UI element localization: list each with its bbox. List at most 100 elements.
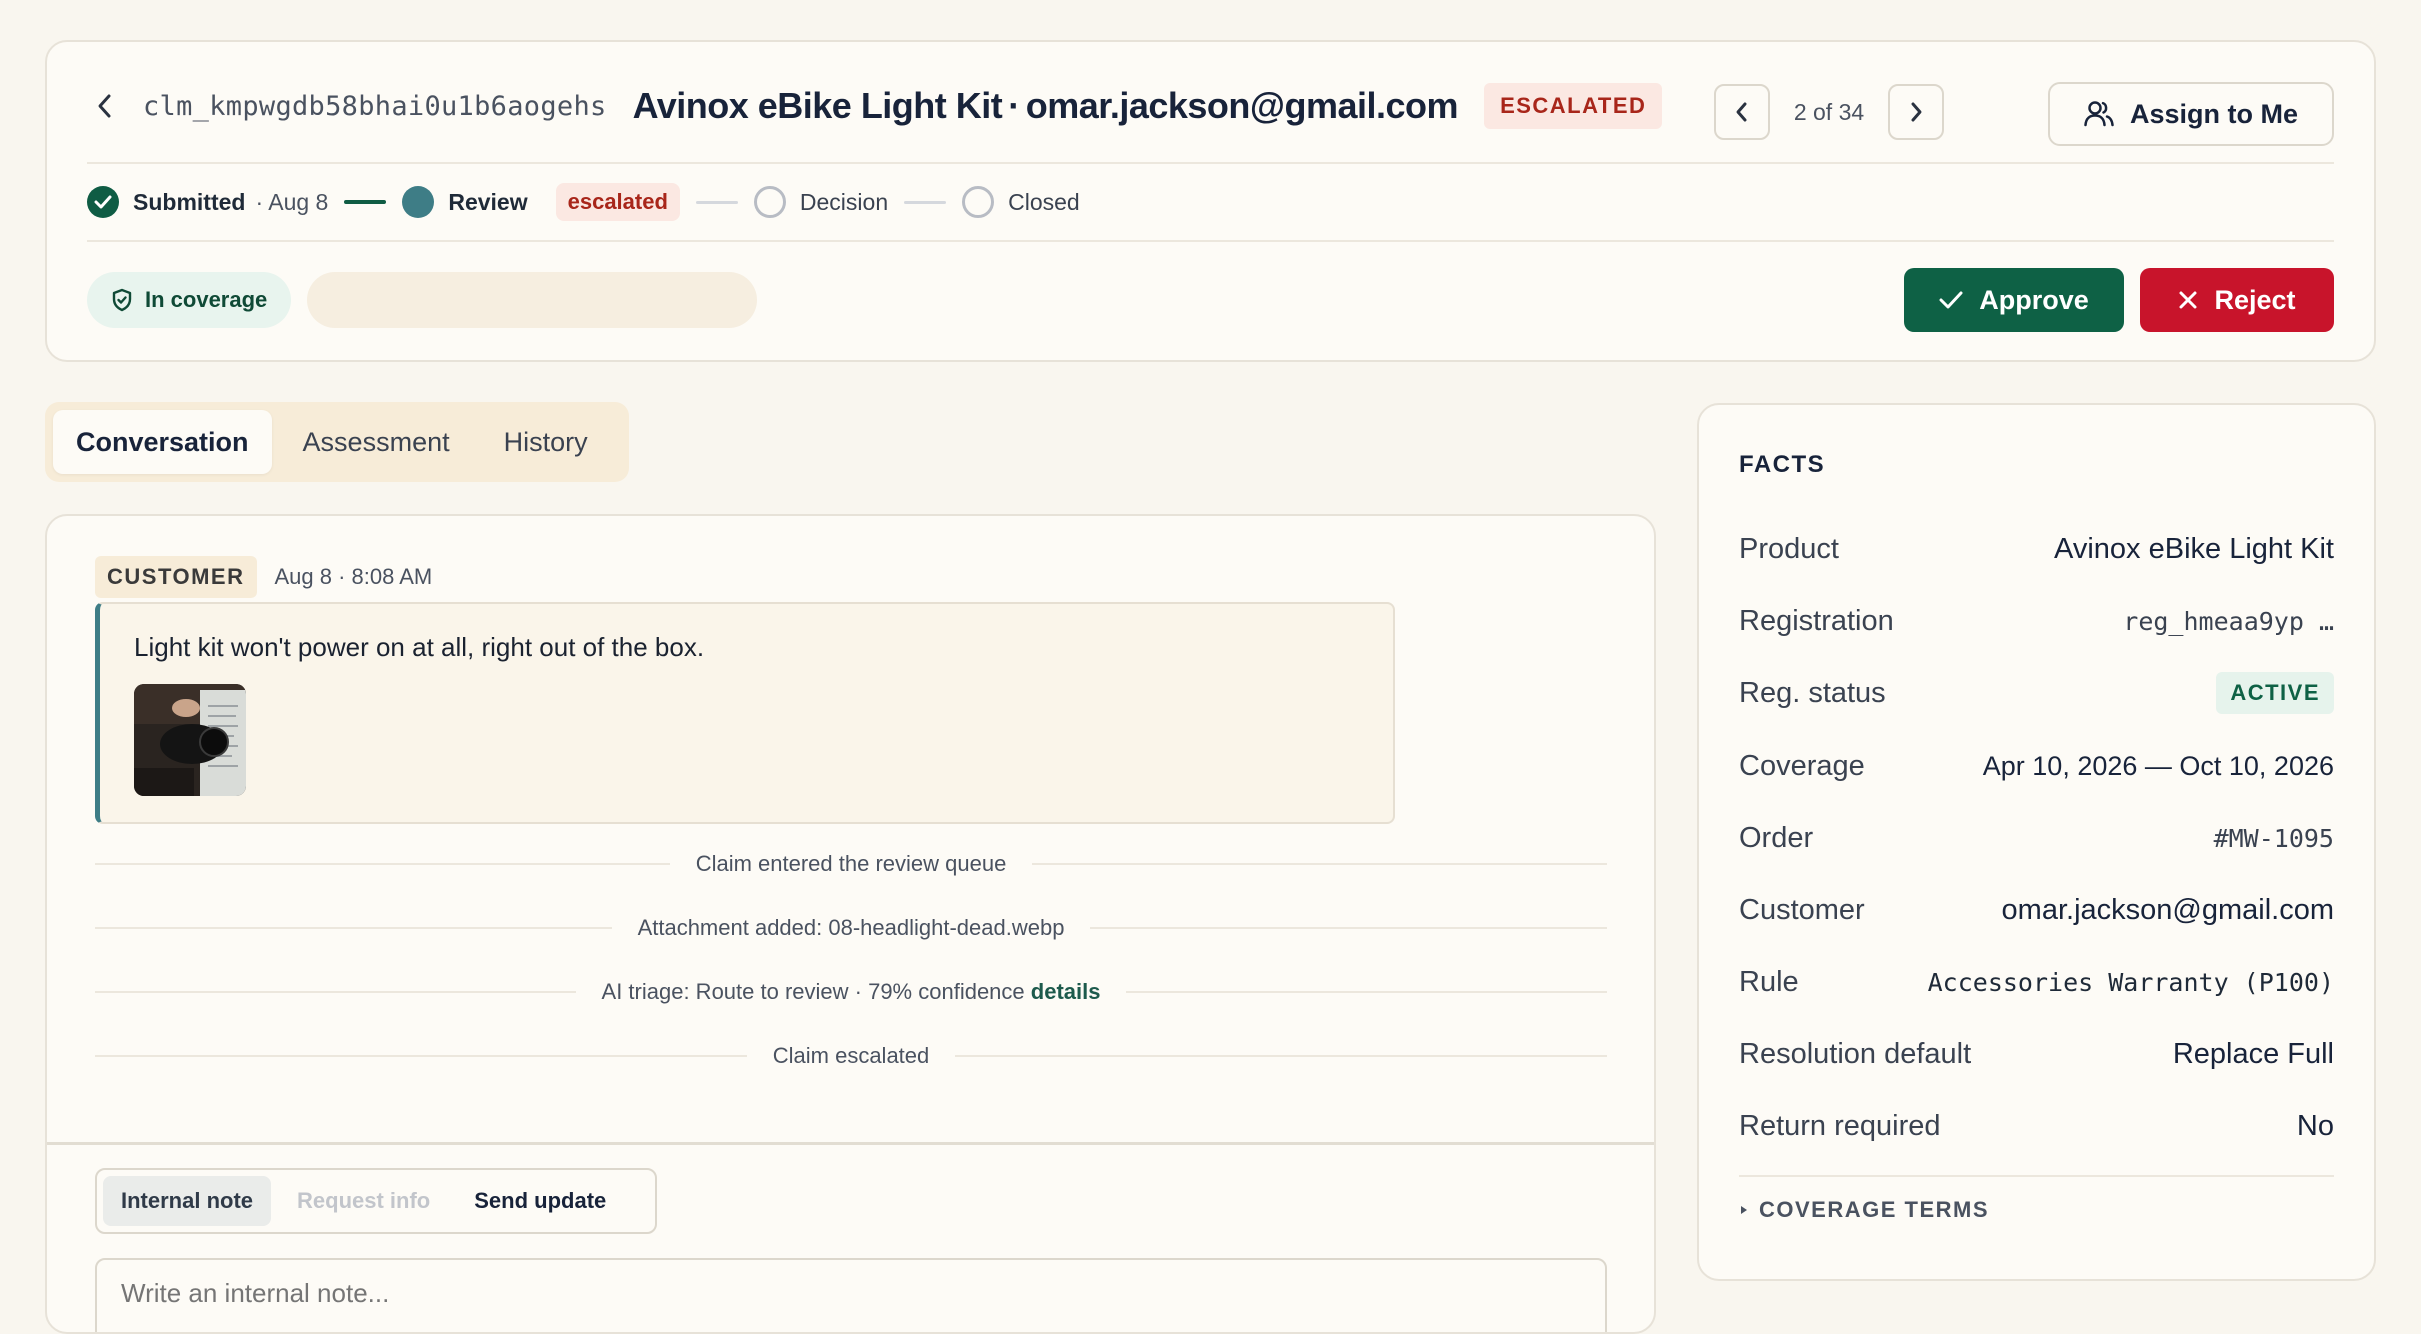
claim-title: Avinox eBike Light Kit · omar.jackson@gmai… xyxy=(633,85,1459,127)
fact-value[interactable]: reg_hmeaa9yp … xyxy=(2123,607,2334,636)
event-rule xyxy=(1090,927,1607,929)
shield-check-icon xyxy=(112,288,132,312)
fact-row-coverage: Coverage Apr 10, 2026 — Oct 10, 2026 xyxy=(1739,741,2334,791)
fact-row-resolution-default: Resolution default Replace Full xyxy=(1739,1029,2334,1079)
chevron-right-icon xyxy=(1911,102,1922,122)
header-divider xyxy=(87,162,2334,164)
facts-divider xyxy=(1739,1175,2334,1177)
claim-product: Avinox eBike Light Kit xyxy=(632,85,1003,126)
fact-row-order: Order #MW-1095 xyxy=(1739,813,2334,863)
fact-label: Order xyxy=(1739,821,1814,854)
step-escalated-tag: escalated xyxy=(555,183,680,221)
fact-label: Return required xyxy=(1739,1109,1941,1142)
step-label: Review xyxy=(448,188,528,215)
fact-row-registration: Registration reg_hmeaa9yp … xyxy=(1739,596,2334,646)
assign-label: Assign to Me xyxy=(2129,98,2298,129)
event-text: Claim entered the review queue xyxy=(695,851,1007,876)
tab-conversation[interactable]: Conversation xyxy=(53,410,272,474)
customer-message: Light kit won't power on at all, right o… xyxy=(95,602,1395,824)
approve-button[interactable]: Approve xyxy=(1904,268,2124,332)
coverage-terms-label: COVERAGE TERMS xyxy=(1759,1197,1990,1222)
next-claim-button[interactable] xyxy=(1888,84,1944,140)
coverage-pill: In coverage xyxy=(87,272,292,328)
message-meta: CUSTOMER Aug 8 · 8:08 AM xyxy=(95,556,432,598)
message-text: Light kit won't power on at all, right o… xyxy=(134,632,705,662)
event-rule xyxy=(1032,863,1607,865)
mode-send-update[interactable]: Send update xyxy=(456,1176,624,1226)
pager-position: 2 of 34 xyxy=(1793,98,1865,125)
step-label: Submitted xyxy=(133,188,246,215)
header-divider xyxy=(87,240,2334,242)
check-icon xyxy=(94,195,112,209)
tab-history[interactable]: History xyxy=(481,410,611,474)
chevron-left-icon xyxy=(1736,102,1747,122)
claim-progress-stepper: Submitted · Aug 8 Review escalated Decis… xyxy=(87,178,1080,226)
status-badge: ESCALATED xyxy=(1484,83,1663,129)
step-label: Closed xyxy=(1008,188,1080,215)
message-role-badge: CUSTOMER xyxy=(95,556,257,598)
caret-right-icon xyxy=(1741,1206,1747,1214)
check-icon xyxy=(1939,291,1963,309)
approve-label: Approve xyxy=(1979,284,2089,315)
fact-label: Customer xyxy=(1739,893,1865,926)
fact-label: Registration xyxy=(1739,604,1894,637)
reject-label: Reject xyxy=(2214,284,2296,315)
timeline-event: Attachment added: 08-headlight-dead.webp xyxy=(95,913,1607,943)
step-submitted: Submitted · Aug 8 xyxy=(87,186,328,218)
claim-id: clm_kmpwgdb58bhai0u1b6aogehs xyxy=(143,90,607,122)
back-button[interactable] xyxy=(87,88,123,124)
step-review: Review escalated xyxy=(402,183,680,221)
assign-to-me-button[interactable]: Assign to Me xyxy=(2048,82,2334,146)
step-connector xyxy=(695,200,738,204)
claim-customer-email: omar.jackson@gmail.com xyxy=(1025,85,1459,126)
fact-value: Replace Full xyxy=(2172,1037,2334,1070)
fact-label: Reg. status xyxy=(1739,676,1886,709)
internal-note-input[interactable] xyxy=(95,1258,1607,1332)
event-rule xyxy=(95,1055,747,1057)
tab-assessment[interactable]: Assessment xyxy=(280,410,473,474)
composer-divider xyxy=(47,1142,1654,1145)
claim-pager: 2 of 34 xyxy=(1714,84,1944,140)
details-link[interactable]: details xyxy=(1031,979,1101,1004)
title-separator: · xyxy=(1008,85,1020,126)
event-text: AI triage: Route to review · 79% confide… xyxy=(576,979,1127,1005)
event-text: Attachment added: 08-headlight-dead.webp xyxy=(637,915,1065,940)
step-done-indicator xyxy=(87,186,119,218)
step-pending-indicator xyxy=(962,186,995,218)
step-connector xyxy=(904,200,947,204)
attachment-thumbnail[interactable] xyxy=(134,684,246,796)
timeline-event: Claim escalated xyxy=(95,1041,1608,1071)
event-rule xyxy=(95,863,670,865)
fact-value: Avinox eBike Light Kit xyxy=(2054,532,2334,565)
reject-button[interactable]: Reject xyxy=(2140,268,2334,332)
message-timestamp: Aug 8 · 8:08 AM xyxy=(274,564,433,589)
step-decision: Decision xyxy=(753,186,889,218)
step-connector xyxy=(344,200,387,204)
close-icon xyxy=(2179,291,2197,309)
fact-label: Rule xyxy=(1739,965,1799,998)
mode-internal-note[interactable]: Internal note xyxy=(103,1176,272,1226)
content-tabs: Conversation Assessment History xyxy=(45,402,629,482)
timeline-event: AI triage: Route to review · 79% confide… xyxy=(95,977,1608,1007)
loading-placeholder xyxy=(307,272,758,328)
event-rule xyxy=(95,927,612,929)
fact-row-reg-status: Reg. status ACTIVE xyxy=(1739,668,2334,718)
coverage-terms-toggle[interactable]: COVERAGE TERMS xyxy=(1739,1197,1989,1223)
fact-value[interactable]: #MW-1095 xyxy=(2214,824,2334,853)
step-pending-indicator xyxy=(753,186,786,218)
reg-status-badge: ACTIVE xyxy=(2216,672,2334,714)
conversation-panel: CUSTOMER Aug 8 · 8:08 AM Light kit won't… xyxy=(45,514,1656,1334)
event-rule xyxy=(95,991,576,993)
users-icon xyxy=(2084,101,2114,127)
event-rule xyxy=(955,1055,1608,1057)
fact-label: Coverage xyxy=(1739,749,1865,782)
step-label: Decision xyxy=(799,188,889,215)
fact-value: omar.jackson@gmail.com xyxy=(2001,893,2334,926)
fact-value: No xyxy=(2296,1109,2334,1142)
event-rule xyxy=(1126,991,1608,993)
fact-value: Apr 10, 2026 — Oct 10, 2026 xyxy=(1982,750,2334,781)
previous-claim-button[interactable] xyxy=(1714,84,1770,140)
fact-row-return-required: Return required No xyxy=(1739,1101,2334,1151)
claim-header-card: clm_kmpwgdb58bhai0u1b6aogehs Avinox eBik… xyxy=(45,40,2376,362)
mode-request-info[interactable]: Request info xyxy=(279,1176,448,1226)
